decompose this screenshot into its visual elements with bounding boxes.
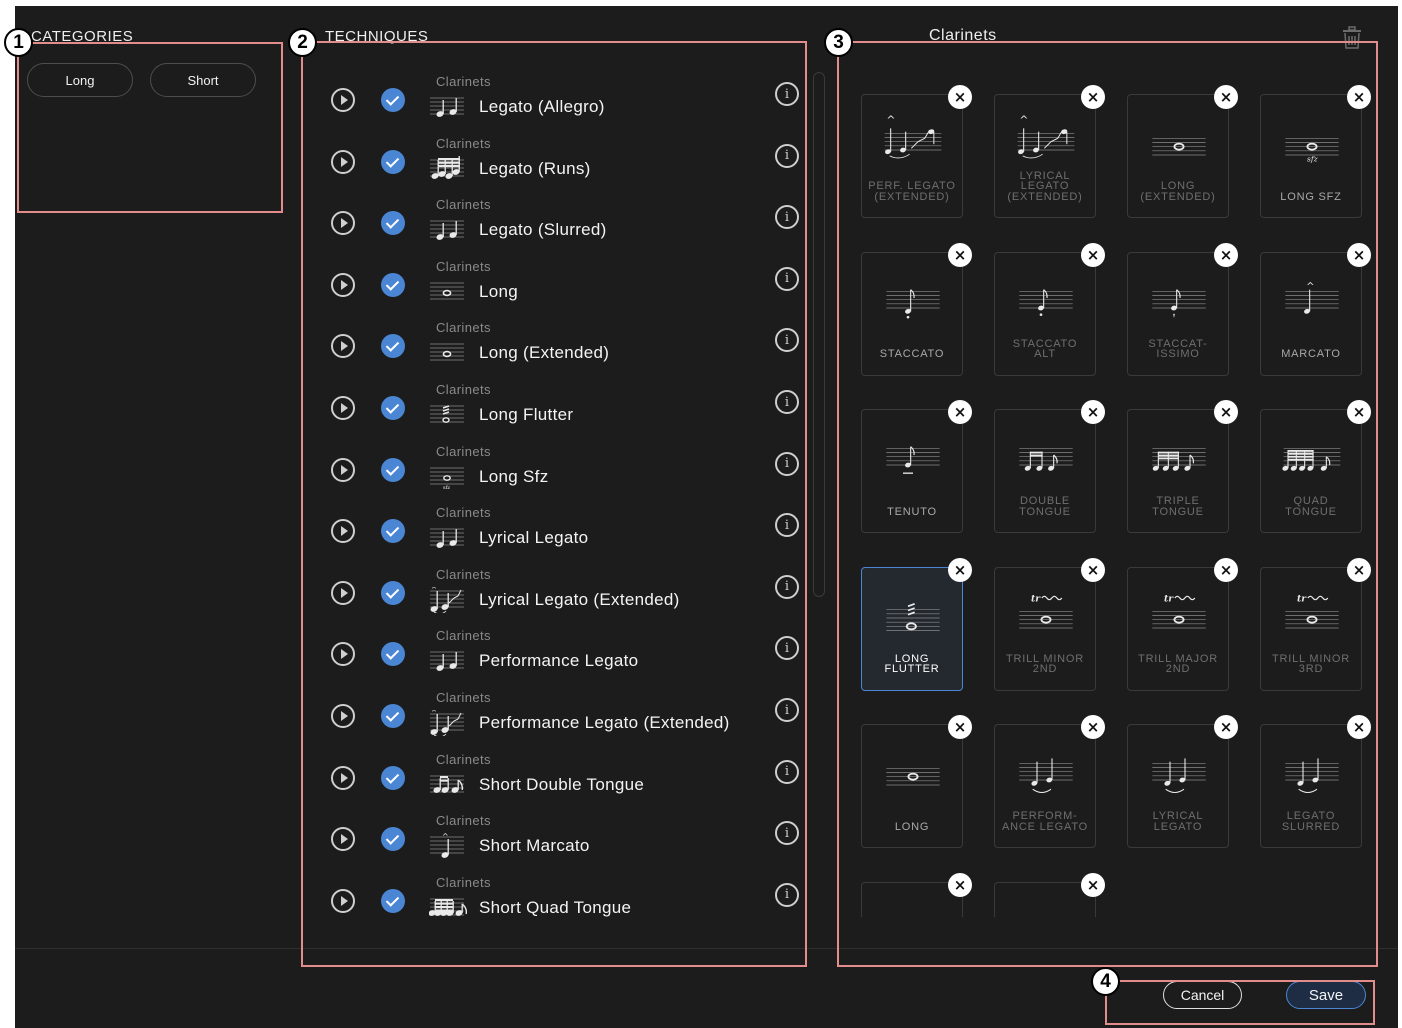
techniques-scrollbar[interactable] [813, 72, 825, 597]
marker-1: 1 [4, 28, 33, 57]
highlight-box-footer [1105, 980, 1375, 1025]
marker-4: 4 [1091, 967, 1120, 996]
highlight-box-tiles [837, 41, 1378, 967]
marker-3: 3 [824, 28, 853, 57]
highlight-box-techniques [301, 41, 807, 967]
highlight-box-categories [17, 42, 283, 213]
marker-2: 2 [288, 28, 317, 57]
